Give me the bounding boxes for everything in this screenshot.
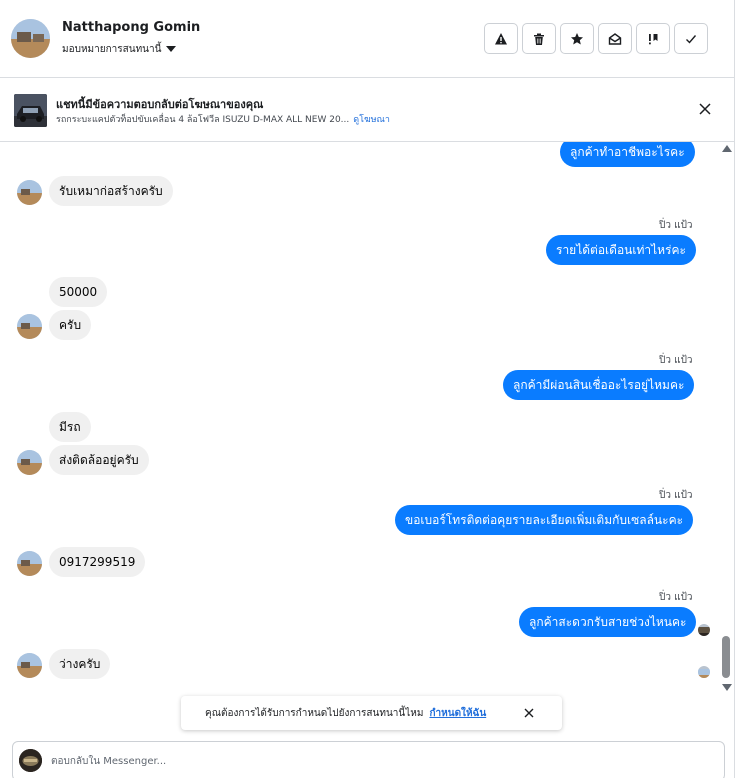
sender-name: ปิ่ว แป้ว	[659, 490, 693, 501]
follow-up-button[interactable]	[636, 23, 670, 54]
message-outgoing[interactable]: ลูกค้ามีผ่อนสินเชื่ออะไรอยู่ไหมคะ	[503, 370, 695, 400]
contact-avatar[interactable]	[11, 19, 50, 58]
scroll-down-icon[interactable]	[722, 684, 732, 691]
ad-thumbnail[interactable]	[14, 94, 47, 127]
mark-spam-button[interactable]	[484, 23, 518, 54]
message-outgoing[interactable]: ลูกค้าสะดวกรับสายช่วงไหนคะ	[519, 607, 697, 637]
view-ad-link[interactable]: ดูโฆษณา	[353, 115, 390, 125]
conversation-panel: Natthapong Gomin มอบหมายการสนทนานี้ แชทน…	[0, 0, 735, 778]
message-outgoing[interactable]: ขอเบอร์โทรติดต่อคุยรายละเอียดเพิ่มเติมกั…	[395, 505, 694, 535]
seen-avatar	[698, 666, 710, 678]
contact-avatar-small	[17, 551, 42, 576]
exclamation-icon	[649, 33, 658, 44]
contact-avatar-small	[17, 180, 42, 205]
scroll-up-icon[interactable]	[722, 145, 732, 152]
contact-avatar-small	[17, 314, 42, 339]
message-incoming[interactable]: รับเหมาก่อสร้างครับ	[49, 176, 173, 206]
envelope-open-icon	[608, 32, 622, 45]
scrollbar-thumb[interactable]	[722, 636, 730, 678]
thread-scrollbar[interactable]	[720, 142, 734, 694]
star-icon	[571, 32, 583, 44]
delete-button[interactable]	[522, 23, 556, 54]
ad-reply-banner: แชทนี้มีข้อความตอบกลับต่อโฆษณาของคุณ รถก…	[0, 79, 735, 142]
check-icon	[686, 34, 697, 44]
assign-prompt-toast: คุณต้องการได้รับการกำหนดไปยังการสนทนานี้…	[181, 696, 562, 730]
message-incoming[interactable]: ว่างครับ	[49, 649, 111, 679]
seen-avatar	[698, 624, 710, 636]
message-outgoing[interactable]: รายได้ต่อเดือนเท่าไหร่คะ	[546, 235, 696, 265]
conversation-header: Natthapong Gomin มอบหมายการสนทนานี้	[0, 0, 735, 78]
assign-label: มอบหมายการสนทนานี้	[62, 44, 162, 55]
sender-name: ปิ่ว แป้ว	[659, 592, 693, 603]
trash-icon	[534, 33, 544, 45]
message-outgoing[interactable]: ลูกค้าทำอาชีพอะไรคะ	[560, 142, 695, 167]
ad-banner-title: แชทนี้มีข้อความตอบกลับต่อโฆษณาของคุณ	[56, 98, 264, 111]
sender-name: ปิ่ว แป้ว	[659, 355, 693, 366]
header-actions	[484, 23, 708, 54]
page-avatar	[19, 749, 42, 772]
contact-avatar-small	[17, 653, 42, 678]
ad-description: รถกระบะแคปตัวท็อปขับเคลื่อน 4 ล้อโฟวีล I…	[56, 115, 350, 125]
assign-prompt-text: คุณต้องการได้รับการกำหนดไปยังการสนทนานี้…	[205, 707, 424, 719]
reply-composer	[12, 741, 725, 778]
close-toast-icon[interactable]	[523, 707, 535, 719]
message-incoming[interactable]: ส่งติดล้ออยู่ครับ	[49, 445, 149, 475]
contact-name[interactable]: Natthapong Gomin	[62, 20, 200, 35]
reply-input[interactable]	[51, 752, 651, 770]
mark-done-button[interactable]	[674, 23, 708, 54]
contact-avatar-small	[17, 450, 42, 475]
message-incoming[interactable]: 0917299519	[49, 547, 146, 577]
caret-down-icon	[166, 45, 177, 52]
message-incoming[interactable]: 50000	[49, 277, 108, 307]
assign-to-me-link[interactable]: กำหนดให้ฉัน	[429, 706, 486, 721]
message-incoming[interactable]: ครับ	[49, 310, 92, 340]
mark-unread-button[interactable]	[598, 23, 632, 54]
sender-name: ปิ่ว แป้ว	[659, 220, 693, 231]
message-incoming[interactable]: มีรถ	[49, 412, 91, 442]
assign-conversation-dropdown[interactable]: มอบหมายการสนทนานี้	[62, 42, 177, 57]
warning-icon	[495, 32, 507, 44]
ad-banner-subtitle: รถกระบะแคปตัวท็อปขับเคลื่อน 4 ล้อโฟวีล I…	[56, 112, 390, 126]
message-thread: ลูกค้าทำอาชีพอะไรคะ รับเหมาก่อสร้างครับ …	[0, 142, 720, 694]
star-button[interactable]	[560, 23, 594, 54]
close-banner-icon[interactable]	[697, 101, 713, 117]
